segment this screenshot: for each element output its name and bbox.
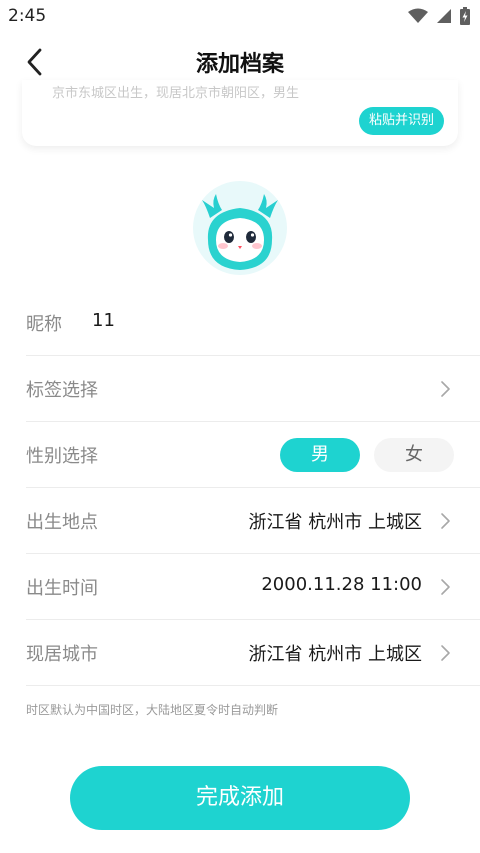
nickname-label: 昵称	[26, 314, 62, 335]
cartoon-creature-avatar-icon	[193, 181, 287, 275]
gender-female-button[interactable]: 女	[374, 438, 454, 472]
birthtime-row[interactable]: 出生时间 2000.11.28 11:00	[26, 554, 480, 620]
birthplace-value: 浙江省 杭州市 上城区	[248, 512, 422, 533]
status-icons	[408, 7, 470, 25]
gender-row: 性别选择 男 女	[26, 422, 480, 488]
birthtime-value: 2000.11.28 11:00	[261, 574, 422, 595]
complete-add-button[interactable]: 完成添加	[70, 766, 410, 830]
residence-label: 现居城市	[26, 644, 98, 665]
chevron-right-icon	[441, 381, 450, 397]
nickname-input[interactable]: 11	[92, 310, 115, 331]
status-time: 2:45	[8, 6, 47, 26]
nickname-row[interactable]: 昵称 11	[26, 290, 480, 356]
wifi-icon	[408, 8, 428, 23]
timezone-note: 时区默认为中国时区，大陆地区夏令时自动判断	[26, 703, 279, 717]
chevron-right-icon	[441, 513, 450, 529]
paste-card: 京市东城区出生，现居北京市朝阳区，男生 粘贴并识别	[22, 80, 458, 146]
tag-select-row[interactable]: 标签选择	[26, 356, 480, 422]
chevron-right-icon	[441, 645, 450, 661]
paste-hint-text: 京市东城区出生，现居北京市朝阳区，男生	[52, 86, 300, 101]
birthplace-label: 出生地点	[26, 512, 98, 533]
avatar[interactable]	[192, 180, 288, 276]
status-bar: 2:45	[0, 0, 480, 34]
paste-recognize-button[interactable]: 粘贴并识别	[358, 107, 444, 135]
gender-label: 性别选择	[26, 446, 98, 467]
birthtime-label: 出生时间	[26, 578, 98, 599]
battery-charging-icon	[460, 7, 470, 25]
birthplace-row[interactable]: 出生地点 浙江省 杭州市 上城区	[26, 488, 480, 554]
residence-value: 浙江省 杭州市 上城区	[248, 644, 422, 665]
signal-icon	[437, 9, 451, 23]
page-title: 添加档案	[195, 52, 284, 77]
tag-select-label: 标签选择	[26, 380, 98, 401]
residence-row[interactable]: 现居城市 浙江省 杭州市 上城区	[26, 620, 480, 686]
gender-male-button[interactable]: 男	[280, 438, 360, 472]
chevron-right-icon	[441, 579, 450, 595]
